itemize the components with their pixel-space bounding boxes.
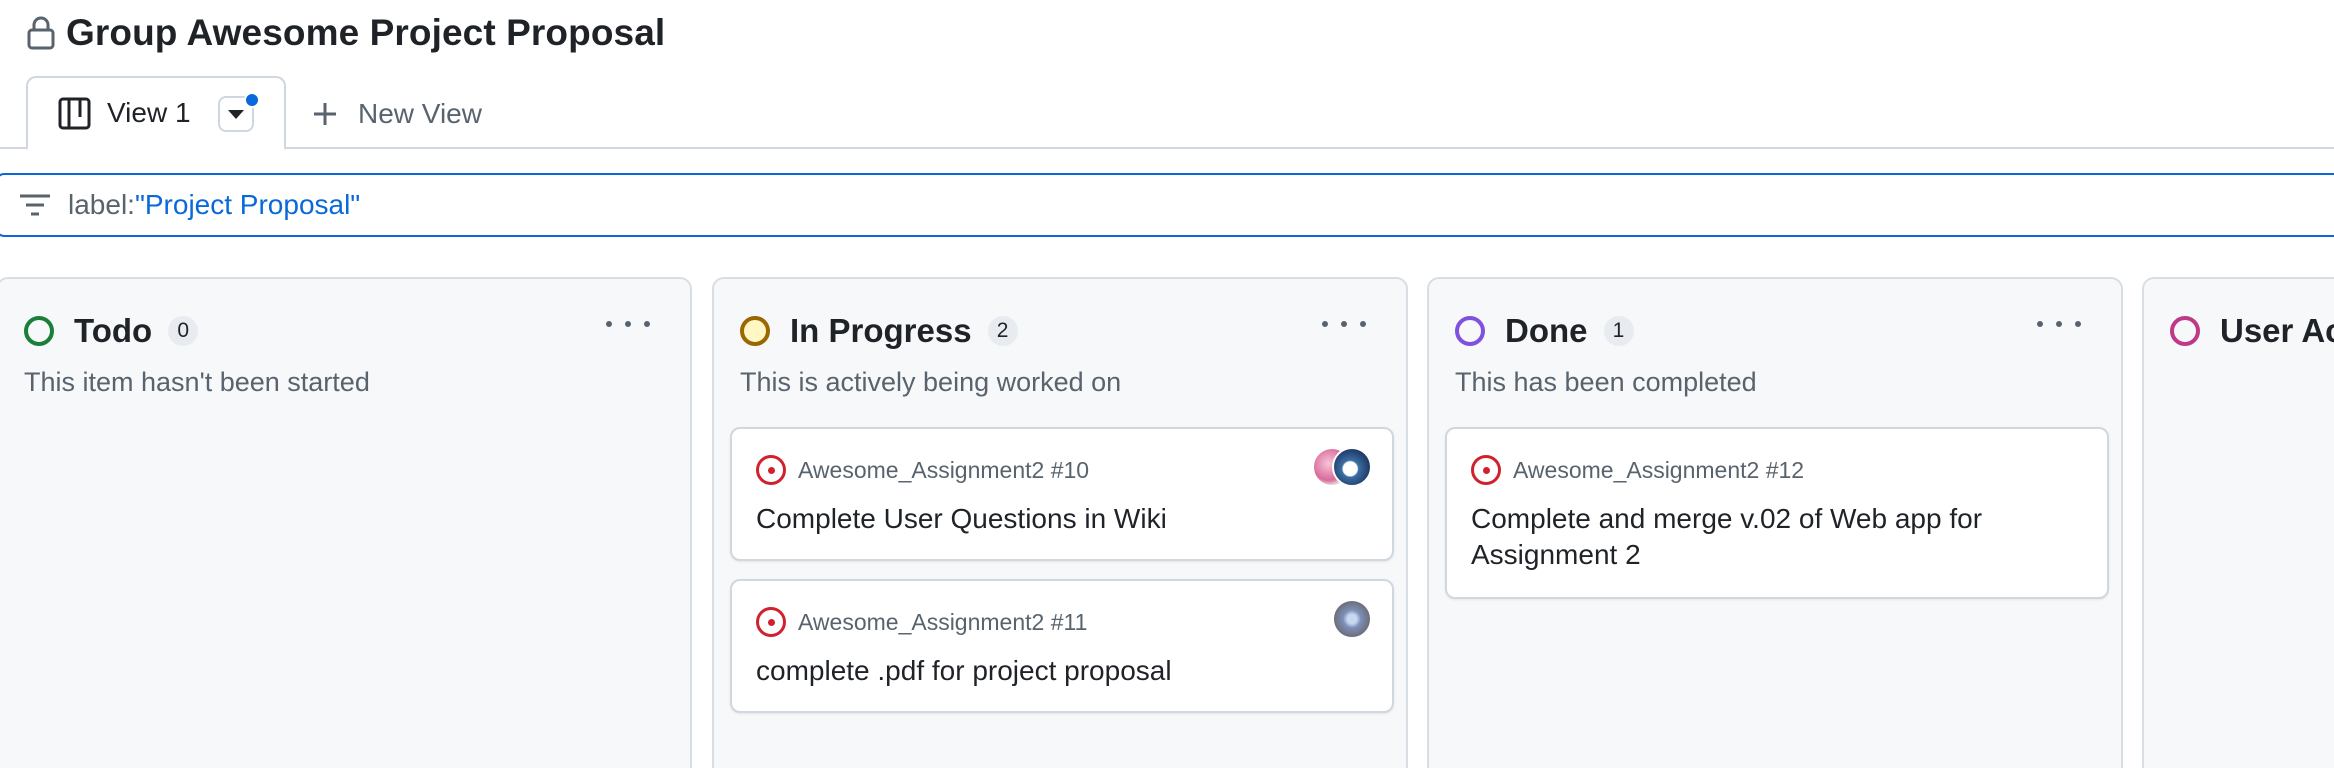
column-title: Todo bbox=[74, 312, 153, 349]
dot bbox=[625, 321, 631, 327]
column-count: 1 bbox=[1603, 316, 1634, 346]
card-repo-link[interactable]: Awesome_Assignment2 #10 bbox=[798, 457, 1089, 484]
avatar[interactable] bbox=[1332, 599, 1372, 639]
view-tabs-bar: View 1 New View bbox=[0, 76, 2334, 150]
column-description: This item hasn't been started bbox=[24, 367, 370, 397]
card-repo-link[interactable]: Awesome_Assignment2 #12 bbox=[1513, 457, 1804, 484]
column-user-acceptance: User Ac bbox=[2142, 277, 2334, 768]
issue-opened-icon bbox=[756, 607, 786, 637]
dot bbox=[1360, 321, 1366, 327]
tab-view-1-label: View 1 bbox=[107, 97, 191, 128]
column-title: In Progress bbox=[790, 312, 972, 349]
issue-card[interactable]: Awesome_Assignment2 #11 complete .pdf fo… bbox=[730, 579, 1394, 713]
issue-card[interactable]: Awesome_Assignment2 #12 Complete and mer… bbox=[1445, 427, 2109, 599]
card-meta: Awesome_Assignment2 #11 bbox=[756, 605, 1087, 639]
column-header: In Progress 2 bbox=[740, 311, 1018, 351]
status-circle-icon bbox=[1455, 316, 1485, 346]
issue-card[interactable]: Awesome_Assignment2 #10 Complete User Qu… bbox=[730, 427, 1394, 561]
column-count: 2 bbox=[987, 316, 1018, 346]
dot bbox=[2056, 321, 2062, 327]
dot bbox=[2037, 321, 2043, 327]
filter-input[interactable]: label:"Project Proposal" bbox=[0, 173, 2334, 237]
lock-icon bbox=[27, 16, 55, 50]
dot bbox=[2075, 321, 2081, 327]
filter-query: label:"Project Proposal" bbox=[68, 189, 360, 221]
card-meta: Awesome_Assignment2 #12 bbox=[1471, 453, 1804, 487]
card-title[interactable]: Complete and merge v.02 of Web app for A… bbox=[1471, 501, 2083, 573]
column-header: Todo 0 bbox=[24, 311, 199, 351]
filter-icon bbox=[20, 194, 50, 216]
project-header: Group Awesome Project Proposal bbox=[26, 8, 665, 58]
column-count: 0 bbox=[168, 316, 199, 346]
unsaved-changes-indicator bbox=[244, 92, 260, 108]
column-menu-button[interactable] bbox=[1322, 309, 1366, 339]
column-in-progress: In Progress 2 This is actively being wor… bbox=[712, 277, 1408, 768]
column-done: Done 1 This has been completed Awesome_A… bbox=[1427, 277, 2123, 768]
page-title: Group Awesome Project Proposal bbox=[66, 12, 666, 53]
card-repo-link[interactable]: Awesome_Assignment2 #11 bbox=[798, 609, 1087, 636]
issue-dot bbox=[767, 466, 775, 474]
column-description: This has been completed bbox=[1455, 367, 1757, 397]
plus-icon bbox=[314, 103, 336, 125]
issue-dot bbox=[1482, 466, 1490, 474]
filter-key: label: bbox=[68, 189, 135, 220]
card-title[interactable]: complete .pdf for project proposal bbox=[756, 653, 1368, 689]
dot bbox=[606, 321, 612, 327]
issue-opened-icon bbox=[1471, 455, 1501, 485]
card-meta: Awesome_Assignment2 #10 bbox=[756, 453, 1089, 487]
column-menu-button[interactable] bbox=[606, 309, 650, 339]
issue-dot bbox=[767, 618, 775, 626]
issue-opened-icon bbox=[756, 455, 786, 485]
filter-value: "Project Proposal" bbox=[134, 189, 361, 220]
column-title: User Ac bbox=[2220, 312, 2334, 349]
new-view-label: New View bbox=[358, 98, 482, 129]
card-title[interactable]: Complete User Questions in Wiki bbox=[756, 501, 1368, 537]
column-description: This is actively being worked on bbox=[740, 367, 1122, 397]
status-circle-icon bbox=[24, 316, 54, 346]
status-circle-icon bbox=[740, 316, 770, 346]
caret-down-icon bbox=[228, 109, 244, 119]
column-menu-button[interactable] bbox=[2037, 309, 2081, 339]
status-circle-icon bbox=[2170, 316, 2200, 346]
column-header: User Ac bbox=[2170, 311, 2334, 351]
board-icon bbox=[58, 97, 91, 129]
new-view-button[interactable]: New View bbox=[312, 96, 482, 132]
column-todo: Todo 0 This item hasn't been started bbox=[0, 277, 692, 768]
dot bbox=[1322, 321, 1328, 327]
dot bbox=[644, 321, 650, 327]
avatar[interactable] bbox=[1332, 447, 1372, 487]
column-title: Done bbox=[1505, 312, 1588, 349]
board: Todo 0 This item hasn't been started In … bbox=[0, 277, 2334, 768]
tab-view-1[interactable]: View 1 bbox=[26, 76, 286, 150]
column-header: Done 1 bbox=[1455, 311, 1634, 351]
dot bbox=[1341, 321, 1347, 327]
